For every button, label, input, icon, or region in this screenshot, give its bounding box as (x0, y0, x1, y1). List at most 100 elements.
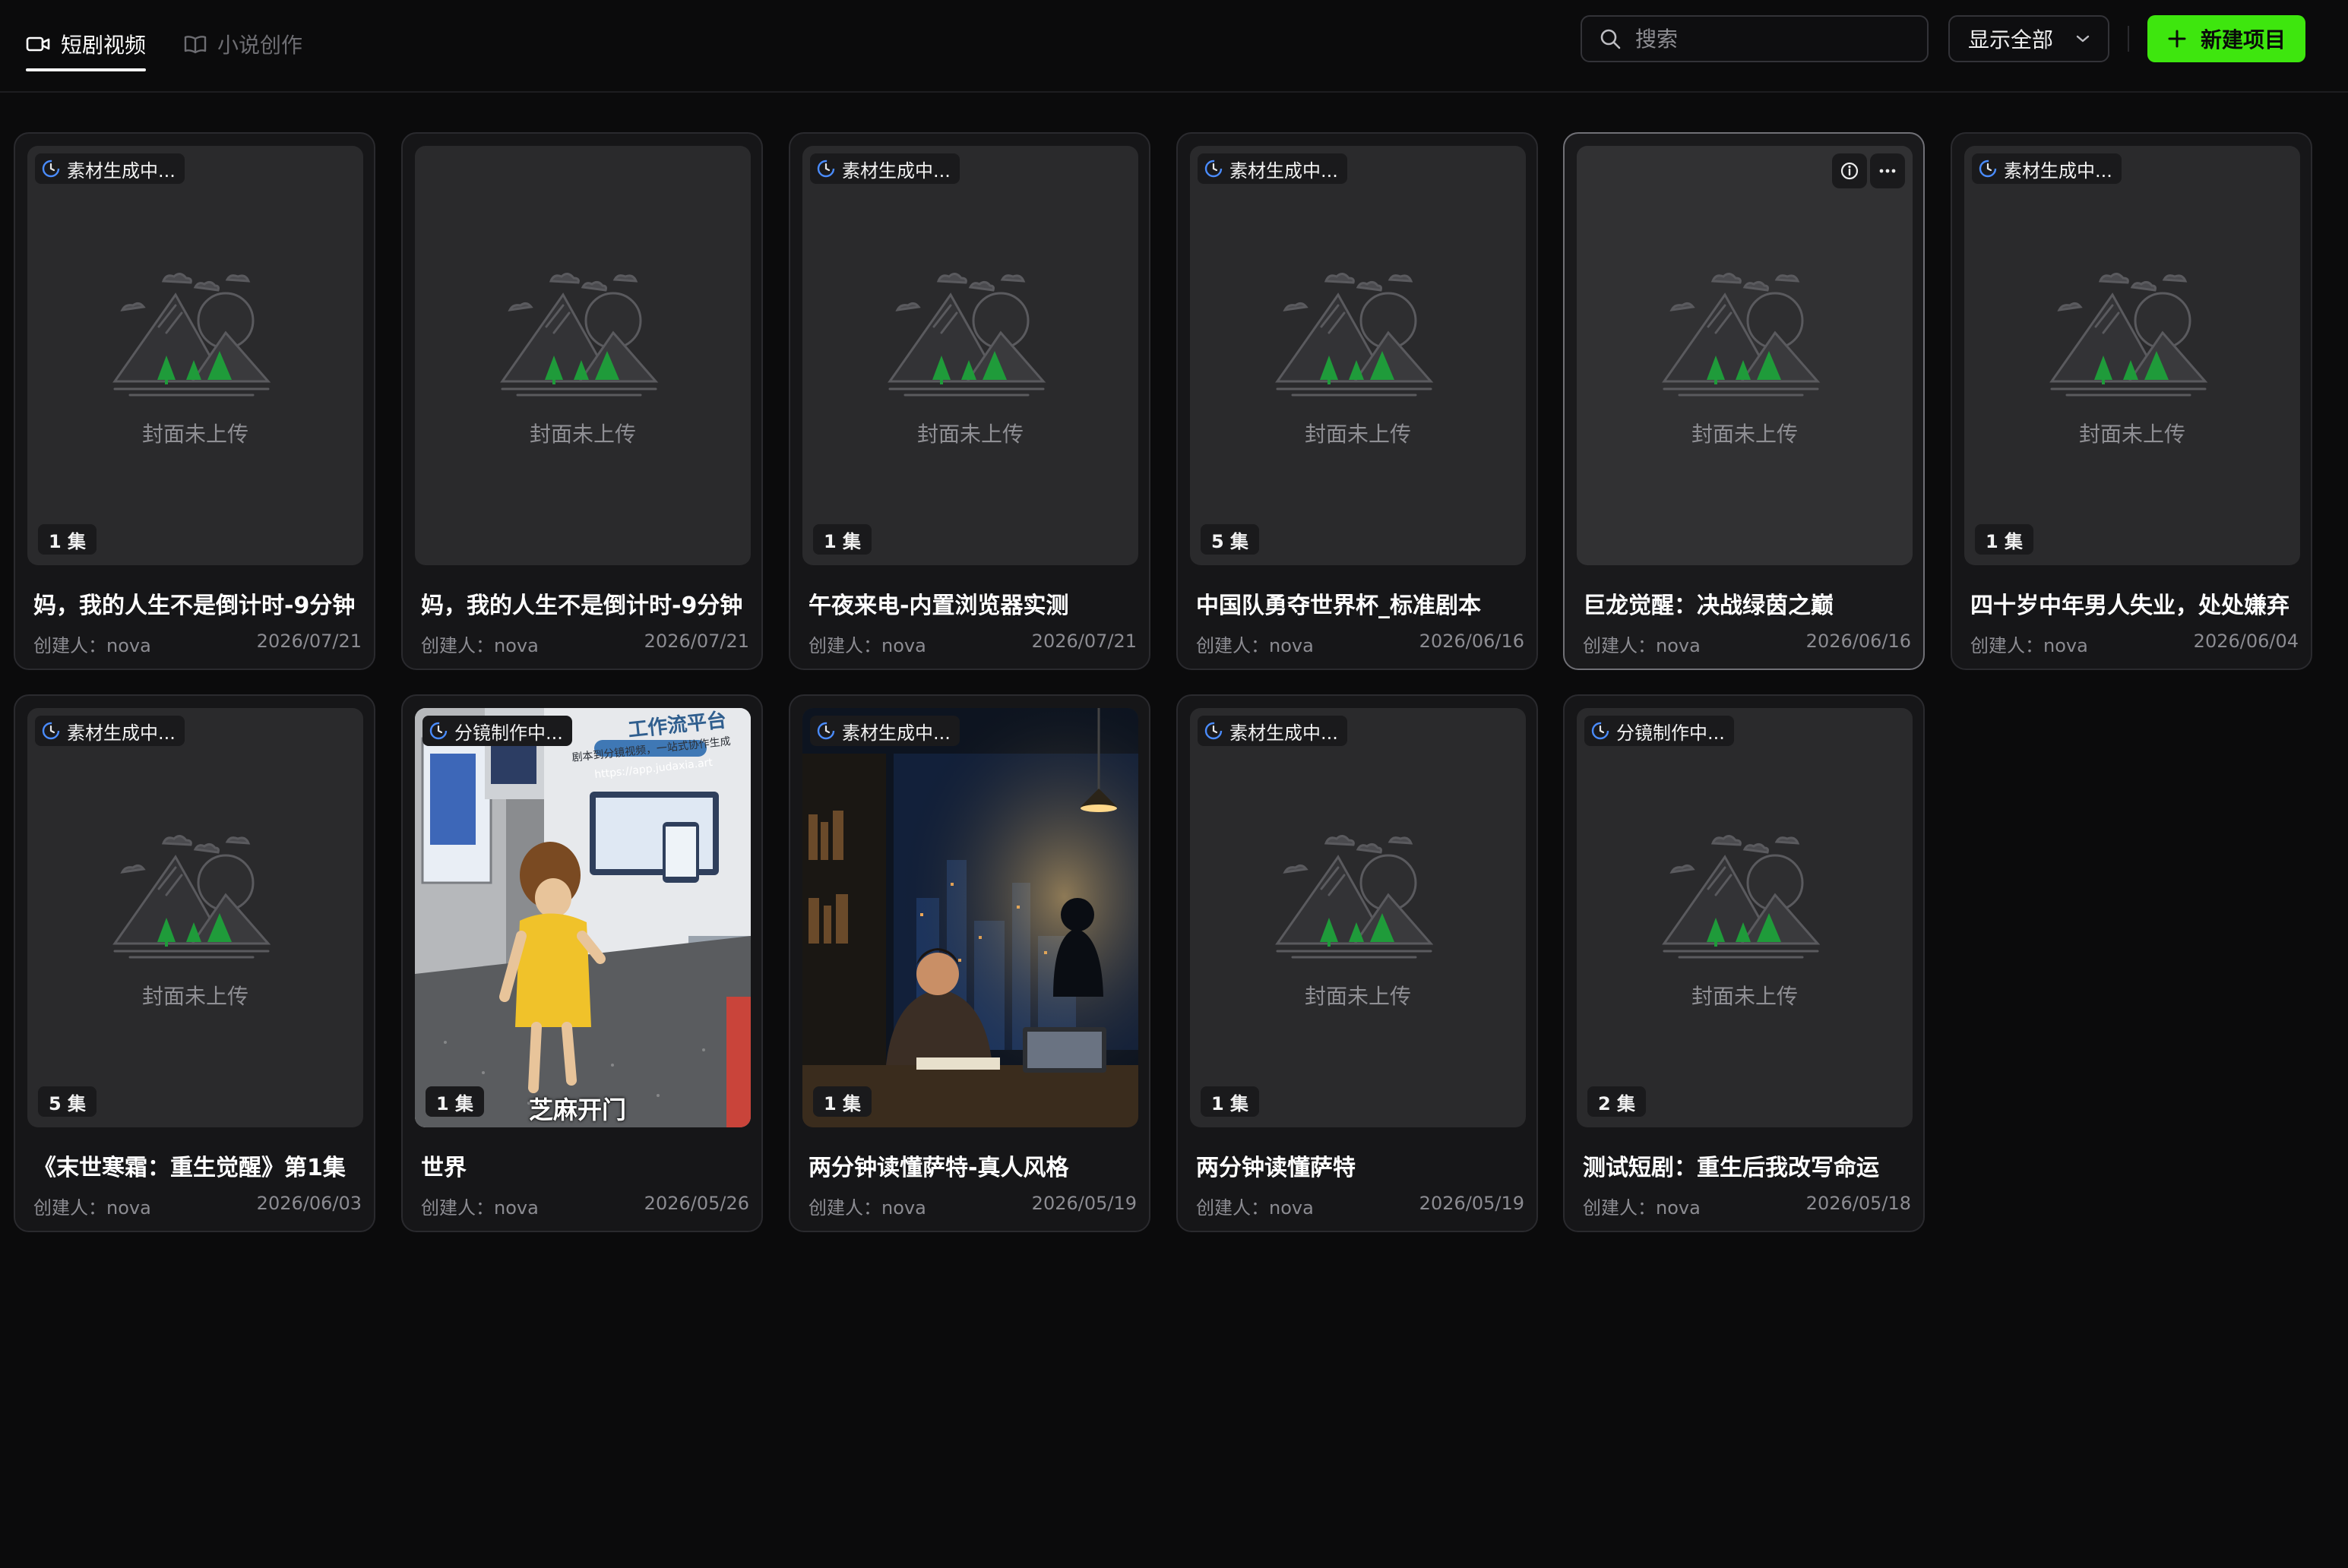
creator-label: 创建人： (1196, 1197, 1269, 1219)
project-card[interactable]: 封面未上传 素材生成中... 1 集 午夜来电-内置浏览器实测 创建人：nova… (789, 132, 1150, 670)
video-icon (26, 36, 50, 52)
creator-label: 创建人： (421, 1197, 494, 1219)
more-options-button[interactable] (1870, 153, 1905, 188)
book-icon (184, 36, 207, 54)
info-button[interactable] (1832, 153, 1867, 188)
project-title: 四十岁中年男人失业，处处嫌弃 (1970, 593, 2289, 619)
created-date: 2026/06/04 (2193, 631, 2299, 652)
project-cover[interactable]: 封面未上传 素材生成中... 1 集 (27, 146, 363, 565)
status-text: 素材生成中... (67, 160, 176, 182)
project-title: 妈，我的人生不是倒计时-9分钟 (421, 593, 743, 619)
cover-placeholder: 封面未上传 (415, 260, 751, 448)
cover-placeholder: 封面未上传 (27, 260, 363, 448)
project-card[interactable]: 封面未上传 素材生成中... 1 集 两分钟读懂萨特 创建人：nova 2026… (1176, 694, 1538, 1232)
active-tab-indicator (26, 68, 147, 71)
project-card[interactable]: 封面未上传 巨龙觉醒：决战绿茵之巅 创建人：nova 2026/06/16 (1563, 132, 1925, 670)
created-date: 2026/05/19 (1419, 1193, 1524, 1214)
project-card[interactable]: 封面未上传 分镜制作中... 2 集 测试短剧：重生后我改写命运 创建人：nov… (1563, 694, 1925, 1232)
project-title: 午夜来电-内置浏览器实测 (809, 593, 1069, 619)
project-meta: 创建人：nova 2026/05/19 (809, 1193, 1137, 1219)
creator-label: 创建人： (1583, 635, 1656, 656)
creator-name: nova (106, 1197, 151, 1219)
creator-name: nova (494, 1197, 539, 1219)
creator-label: 创建人： (1196, 635, 1269, 656)
tab-label: 短剧视频 (61, 33, 147, 58)
episode-count-badge: 5 集 (38, 1086, 97, 1117)
status-text: 素材生成中... (1229, 722, 1338, 744)
project-cover[interactable]: 封面未上传 素材生成中... 5 集 (27, 708, 363, 1127)
project-title: 世界 (421, 1155, 467, 1181)
creator-label: 创建人： (33, 1197, 106, 1219)
project-card[interactable]: 封面未上传 妈，我的人生不是倒计时-9分钟 创建人：nova 2026/07/2… (401, 132, 763, 670)
search-box[interactable] (1581, 15, 1929, 62)
plus-icon (2168, 30, 2186, 48)
status-badge: 素材生成中... (1198, 716, 1347, 746)
project-meta: 创建人：nova 2026/07/21 (809, 631, 1137, 657)
project-card[interactable]: 工作流平台 剧本到分镜视频，一站式协作生成 https://app.judaxi… (401, 694, 763, 1232)
project-card[interactable]: 封面未上传 素材生成中... 1 集 妈，我的人生不是倒计时-9分钟 创建人：n… (14, 132, 375, 670)
image-placeholder-icon (2049, 273, 2208, 397)
clock-progress-icon (1204, 722, 1223, 740)
episode-count-badge: 1 集 (1201, 1086, 1260, 1117)
cover-placeholder-text: 封面未上传 (141, 422, 248, 447)
status-badge: 素材生成中... (810, 716, 960, 746)
status-text: 分镜制作中... (1616, 722, 1725, 744)
project-card[interactable]: 封面未上传 素材生成中... 5 集 《末世寒霜：重生觉醒》第1集 创建人：no… (14, 694, 375, 1232)
cover-placeholder: 封面未上传 (1577, 260, 1913, 448)
project-title: 《末世寒霜：重生觉醒》第1集 (33, 1155, 346, 1181)
project-card[interactable]: 素材生成中... 1 集 两分钟读懂萨特-真人风格 创建人：nova 2026/… (789, 694, 1150, 1232)
project-title: 两分钟读懂萨特 (1196, 1155, 1356, 1181)
creator-label: 创建人： (1970, 635, 2043, 656)
status-text: 素材生成中... (842, 722, 951, 744)
clock-progress-icon (1204, 160, 1223, 178)
status-text: 素材生成中... (842, 160, 951, 182)
project-cover[interactable]: 封面未上传 素材生成中... 5 集 (1190, 146, 1526, 565)
tab-short-drama-video[interactable]: 短剧视频 (26, 21, 147, 71)
clock-progress-icon (42, 722, 60, 740)
created-date: 2026/06/16 (1419, 631, 1524, 652)
creator-info: 创建人：nova (1196, 631, 1314, 657)
project-card[interactable]: 封面未上传 素材生成中... 1 集 四十岁中年男人失业，处处嫌弃 创建人：no… (1951, 132, 2312, 670)
project-meta: 创建人：nova 2026/06/03 (33, 1193, 362, 1219)
status-badge: 分镜制作中... (1584, 716, 1734, 746)
image-placeholder-icon (888, 273, 1046, 397)
cover-placeholder: 封面未上传 (1190, 260, 1526, 448)
project-cover[interactable]: 工作流平台 剧本到分镜视频，一站式协作生成 https://app.judaxi… (415, 708, 751, 1127)
creator-name: nova (1656, 1197, 1701, 1219)
info-icon (1840, 162, 1859, 180)
creator-info: 创建人：nova (1970, 631, 2088, 657)
creator-info: 创建人：nova (1583, 631, 1701, 657)
episode-count-badge: 1 集 (38, 524, 97, 555)
project-cover[interactable]: 封面未上传 素材生成中... 1 集 (1964, 146, 2300, 565)
filter-dropdown[interactable]: 显示全部 (1948, 15, 2109, 62)
episode-count-badge: 2 集 (1587, 1086, 1647, 1117)
creator-info: 创建人：nova (421, 631, 539, 657)
created-date: 2026/06/03 (256, 1193, 362, 1214)
project-meta: 创建人：nova 2026/07/21 (421, 631, 749, 657)
project-cover[interactable]: 封面未上传 素材生成中... 1 集 (802, 146, 1138, 565)
project-cover[interactable]: 封面未上传 (415, 146, 751, 565)
project-cover[interactable]: 封面未上传 分镜制作中... 2 集 (1577, 708, 1913, 1127)
project-card[interactable]: 封面未上传 素材生成中... 5 集 中国队勇夺世界杯_标准剧本 创建人：nov… (1176, 132, 1538, 670)
project-cover[interactable]: 封面未上传 素材生成中... 1 集 (1190, 708, 1526, 1127)
cover-placeholder-text: 封面未上传 (141, 984, 248, 1009)
created-date: 2026/07/21 (1031, 631, 1137, 652)
cover-placeholder: 封面未上传 (27, 822, 363, 1010)
cover-caption: 芝麻开门 (529, 1095, 627, 1124)
cover-placeholder: 封面未上传 (1577, 822, 1913, 1010)
creator-info: 创建人：nova (33, 1193, 151, 1219)
search-input[interactable] (1634, 25, 1910, 52)
tab-novel-writing[interactable]: 小说创作 (184, 21, 302, 67)
creator-name: nova (1269, 635, 1314, 656)
status-badge: 素材生成中... (35, 716, 185, 746)
creator-name: nova (1269, 1197, 1314, 1219)
clock-progress-icon (817, 160, 835, 178)
project-cover[interactable]: 素材生成中... 1 集 (802, 708, 1138, 1127)
episode-count-badge: 1 集 (813, 524, 872, 555)
image-placeholder-icon (112, 273, 271, 397)
created-date: 2026/05/18 (1805, 1193, 1911, 1214)
project-cover[interactable]: 封面未上传 (1577, 146, 1913, 565)
project-title: 中国队勇夺世界杯_标准剧本 (1196, 593, 1481, 619)
creator-info: 创建人：nova (809, 631, 926, 657)
new-project-button[interactable]: 新建项目 (2147, 15, 2305, 62)
